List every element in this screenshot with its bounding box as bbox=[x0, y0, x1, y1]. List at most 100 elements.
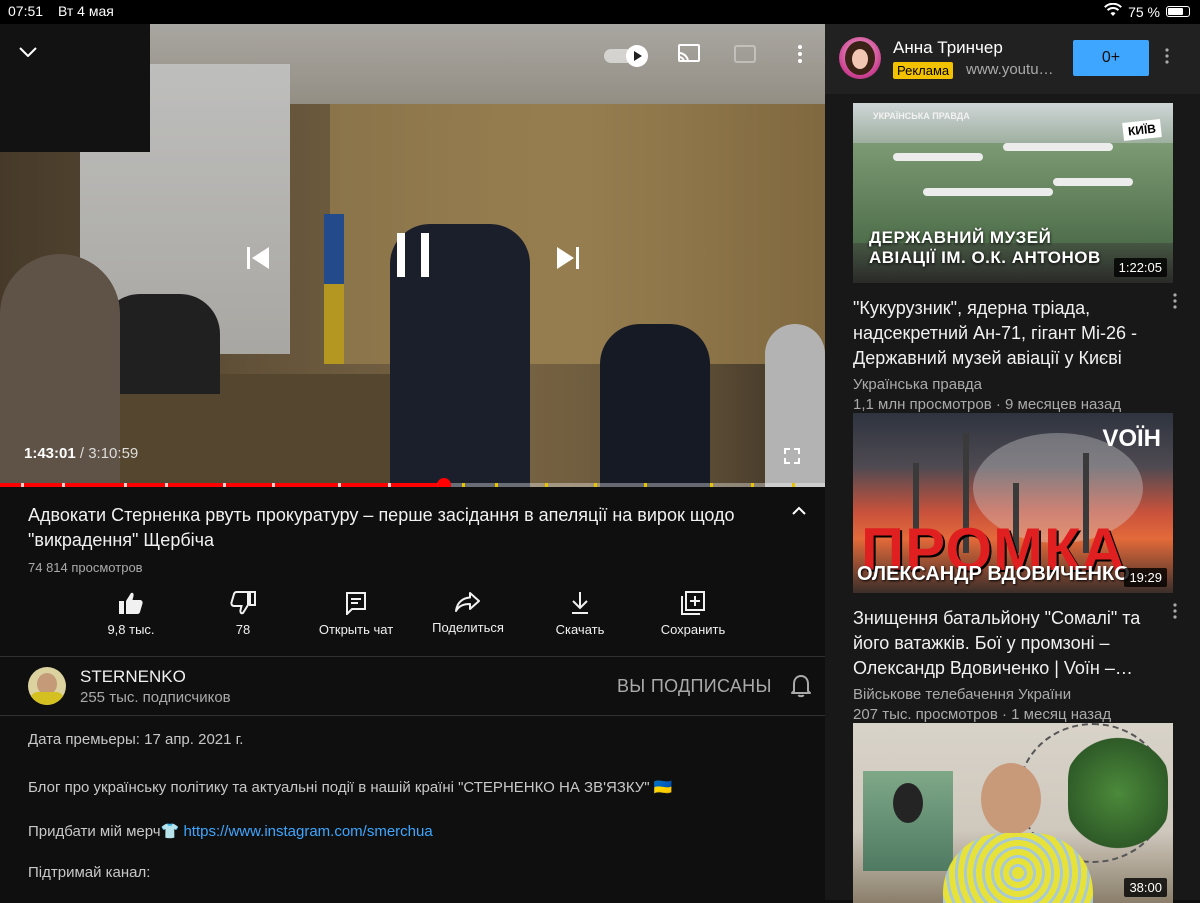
fullscreen-icon bbox=[784, 448, 800, 464]
divider bbox=[0, 656, 825, 657]
status-bar: 07:51 Вт 4 мая 75 % bbox=[0, 0, 1200, 24]
ad-channel-name[interactable]: Анна Тринчер bbox=[893, 38, 1003, 58]
status-time: 07:51 bbox=[8, 3, 44, 19]
captions-button[interactable] bbox=[733, 42, 757, 66]
video-duration: 19:29 bbox=[1124, 568, 1167, 587]
video-thumbnail[interactable]: VOЇН ПРОМКА ОЛЕКСАНДР ВДОВИЧЕНКО 19:29 bbox=[853, 413, 1173, 593]
battery-icon bbox=[1166, 6, 1190, 17]
video-channel: Українська правда bbox=[853, 376, 982, 393]
like-button[interactable]: 9,8 тыс. bbox=[75, 591, 187, 637]
thumb-brand: УКРАЇНСЬКА ПРАВДА bbox=[873, 111, 970, 121]
video-title[interactable]: "Кукурузник", ядерна тріада, надсекретни… bbox=[853, 296, 1153, 371]
subscribed-button[interactable]: ВЫ ПОДПИСАНЫ bbox=[617, 676, 772, 697]
cast-button[interactable] bbox=[676, 42, 702, 66]
thumb-caption-2: ОЛЕКСАНДР ВДОВИЧЕНКО bbox=[857, 563, 1130, 585]
ad-more-button[interactable] bbox=[1165, 48, 1169, 69]
autoplay-knob bbox=[626, 45, 648, 67]
dislike-count: 78 bbox=[235, 622, 251, 637]
thumb-logo: VOЇН bbox=[1102, 425, 1161, 452]
minimize-button[interactable] bbox=[16, 40, 40, 64]
next-button[interactable] bbox=[550, 240, 586, 276]
save-label: Сохранить bbox=[660, 622, 726, 637]
ad-action-button[interactable]: 0+ bbox=[1073, 40, 1149, 76]
save-button[interactable]: Сохранить bbox=[637, 591, 749, 637]
duration: / 3:10:59 bbox=[75, 445, 139, 462]
add-to-playlist-icon bbox=[681, 591, 705, 615]
ad-avatar[interactable] bbox=[839, 37, 881, 79]
skip-previous-icon bbox=[247, 247, 269, 269]
chevron-up-icon bbox=[792, 506, 806, 515]
thumb-plane bbox=[1003, 143, 1113, 151]
fullscreen-button[interactable] bbox=[780, 444, 804, 468]
thumb-plane bbox=[1053, 178, 1133, 186]
share-button[interactable]: Поделиться bbox=[412, 591, 524, 635]
video-duration: 38:00 bbox=[1124, 878, 1167, 897]
channel-avatar[interactable] bbox=[28, 667, 66, 705]
player-more-button[interactable] bbox=[790, 42, 810, 66]
ad-url[interactable]: www.youtube.com bbox=[966, 61, 1061, 78]
notifications-button[interactable] bbox=[790, 674, 812, 703]
dislike-button[interactable]: 78 bbox=[187, 591, 299, 637]
more-vert-icon bbox=[1173, 293, 1177, 309]
pause-button[interactable] bbox=[388, 230, 438, 280]
captions-icon bbox=[734, 45, 756, 63]
more-vert-icon bbox=[1173, 603, 1177, 619]
thumb-person-head bbox=[981, 763, 1041, 835]
thumbs-up-icon bbox=[119, 592, 143, 614]
video-more-button[interactable] bbox=[1173, 293, 1177, 314]
more-vert-icon bbox=[798, 45, 802, 63]
share-label: Поделиться bbox=[432, 620, 504, 635]
thumb-painting-face bbox=[893, 783, 923, 823]
status-date: Вт 4 мая bbox=[58, 3, 114, 19]
like-count: 9,8 тыс. bbox=[107, 622, 155, 637]
thumb-caption-2: АВІАЦІЇ ІМ. О.К. АНТОНОВ bbox=[869, 248, 1101, 267]
collapse-description-button[interactable] bbox=[792, 503, 806, 521]
recommended-video[interactable]: УКРАЇНСЬКА ПРАВДА КИЇВ ДЕРЖАВНИЙ МУЗЕЙ А… bbox=[853, 103, 1177, 415]
previous-button[interactable] bbox=[240, 240, 276, 276]
video-channel: Військове телебачення України bbox=[853, 686, 1072, 703]
ad-banner[interactable]: Анна Тринчер Реклама www.youtube.com 0+ bbox=[825, 24, 1200, 94]
merch-link[interactable]: https://www.instagram.com/smerchua bbox=[183, 823, 432, 840]
video-more-button[interactable] bbox=[1173, 603, 1177, 624]
merch-text: Придбати мій мерч👕 bbox=[28, 823, 184, 840]
download-button[interactable]: Скачать bbox=[524, 591, 636, 637]
video-thumbnail[interactable]: 38:00 bbox=[853, 723, 1173, 903]
more-vert-icon bbox=[1165, 48, 1169, 64]
pause-icon bbox=[397, 233, 429, 277]
cast-icon bbox=[678, 44, 700, 63]
avatar-body bbox=[30, 692, 64, 705]
share-icon bbox=[455, 592, 480, 612]
play-icon bbox=[634, 51, 642, 61]
chat-icon bbox=[346, 592, 366, 615]
description-support: Підтримай канал: bbox=[28, 864, 151, 881]
description-merch: Придбати мій мерч👕 https://www.instagram… bbox=[28, 822, 433, 840]
divider bbox=[0, 715, 825, 716]
recommended-video[interactable]: 38:00 bbox=[853, 723, 1173, 903]
video-player[interactable]: 1:43:01 / 3:10:59 bbox=[0, 24, 825, 487]
channel-name[interactable]: STERNENKO bbox=[80, 667, 186, 687]
video-title[interactable]: Знищення батальйону "Сомалі" та його ват… bbox=[853, 606, 1153, 681]
video-meta: 207 тыс. просмотров · 1 месяц назад bbox=[853, 706, 1112, 723]
open-chat-button[interactable]: Открыть чат bbox=[300, 591, 412, 637]
premiere-date: Дата премьеры: 17 апр. 2021 г. bbox=[28, 731, 244, 748]
skip-next-icon bbox=[557, 247, 579, 269]
recommended-video[interactable]: VOЇН ПРОМКА ОЛЕКСАНДР ВДОВИЧЕНКО 19:29 З… bbox=[853, 413, 1177, 725]
view-count: 74 814 просмотров bbox=[28, 560, 143, 575]
autoplay-toggle[interactable] bbox=[604, 45, 648, 67]
video-thumbnail[interactable]: УКРАЇНСЬКА ПРАВДА КИЇВ ДЕРЖАВНИЙ МУЗЕЙ А… bbox=[853, 103, 1173, 283]
description-blog: Блог про українську політику та актуальн… bbox=[28, 779, 673, 796]
bell-icon bbox=[791, 675, 811, 698]
video-duration: 1:22:05 bbox=[1113, 258, 1167, 277]
subscriber-count: 255 тыс. подписчиков bbox=[80, 689, 231, 706]
video-meta: 1,1 млн просмотров · 9 месяцев назад bbox=[853, 396, 1122, 413]
thumb-caption-1: ДЕРЖАВНИЙ МУЗЕЙ bbox=[869, 228, 1052, 247]
ad-badge: Реклама bbox=[893, 62, 954, 79]
current-time: 1:43:01 bbox=[24, 445, 76, 462]
chevron-down-icon bbox=[19, 47, 37, 57]
thumb-plant bbox=[1068, 733, 1168, 853]
battery-percent: 75 % bbox=[1128, 3, 1160, 20]
ad-avatar-face bbox=[852, 49, 868, 69]
thumbs-down-icon bbox=[230, 591, 256, 615]
wifi-icon bbox=[1104, 2, 1122, 20]
time-display: 1:43:01 / 3:10:59 bbox=[24, 445, 138, 462]
